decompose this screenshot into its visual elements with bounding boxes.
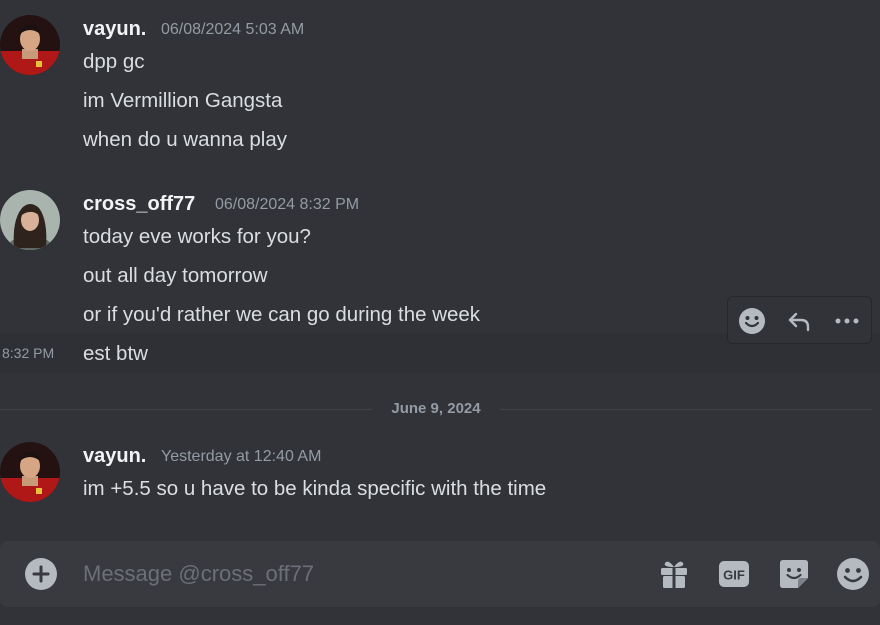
username[interactable]: cross_off77 [83, 193, 195, 216]
message-text: today eve works for you? [83, 225, 311, 248]
upload-button[interactable] [24, 557, 58, 591]
message-timestamp: 06/08/2024 8:32 PM [215, 196, 360, 213]
gif-button[interactable]: GIF [717, 557, 751, 591]
message-text: im +5.5 so u have to be kinda specific w… [83, 477, 547, 500]
username[interactable]: vayun. [83, 18, 146, 41]
message-text: est btw [83, 342, 148, 365]
message-text: dpp gc [83, 50, 145, 73]
gif-label: GIF [723, 568, 745, 583]
reply-icon [788, 312, 810, 332]
avatar-image [0, 15, 60, 75]
message-toolbar [727, 296, 872, 344]
gift-button[interactable] [657, 557, 691, 591]
message-timestamp: 06/08/2024 5:03 AM [161, 21, 305, 38]
message-timestamp: Yesterday at 12:40 AM [161, 448, 322, 465]
avatar[interactable] [0, 442, 60, 502]
message-text: when do u wanna play [83, 128, 288, 151]
avatar-image [0, 190, 60, 250]
username[interactable]: vayun. [83, 445, 146, 468]
avatar-image [0, 442, 60, 502]
emoji-button[interactable] [836, 557, 870, 591]
plus-icon [25, 558, 57, 590]
gif-icon: GIF [719, 561, 749, 587]
sticker-button[interactable] [777, 557, 811, 591]
message-composer: GIF [0, 541, 880, 607]
message-text: im Vermillion Gangsta [83, 89, 283, 112]
gift-icon [661, 561, 687, 588]
more-options-icon [835, 318, 859, 324]
date-divider: June 9, 2024 [391, 400, 481, 417]
message-input[interactable] [83, 559, 623, 589]
more-options-button[interactable] [831, 305, 863, 337]
add-reaction-icon [739, 308, 765, 334]
reply-button[interactable] [783, 305, 815, 337]
hover-timestamp: 8:32 PM [2, 345, 55, 361]
add-reaction-button[interactable] [736, 305, 768, 337]
avatar[interactable] [0, 190, 60, 250]
avatar[interactable] [0, 15, 60, 75]
chat-window: vayun. 06/08/2024 5:03 AM dpp gc im Verm… [0, 0, 880, 625]
sticker-icon [780, 560, 808, 588]
message-text: or if you'd rather we can go during the … [83, 303, 481, 326]
date-divider-line [0, 409, 372, 410]
date-divider-line [500, 409, 872, 410]
message-text: out all day tomorrow [83, 264, 268, 287]
emoji-icon [837, 558, 869, 590]
